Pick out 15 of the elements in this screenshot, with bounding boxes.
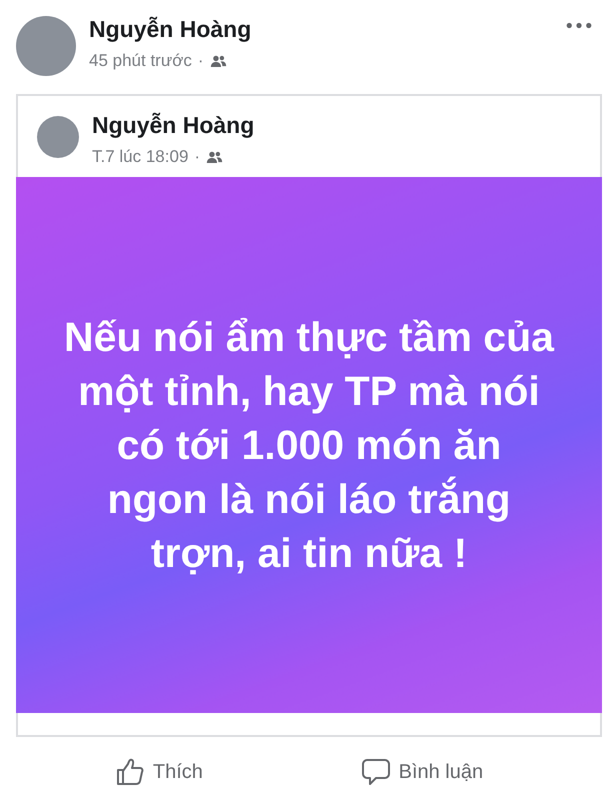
thumbs-up-icon: [114, 757, 145, 787]
like-button[interactable]: Thích: [104, 751, 213, 793]
post-time[interactable]: 45 phút trước: [89, 51, 192, 71]
post-time[interactable]: T.7 lúc 18:09: [92, 147, 188, 167]
people-icon: [210, 54, 227, 68]
separator-dot: ·: [194, 147, 200, 167]
more-options-icon[interactable]: [566, 22, 592, 29]
author-name[interactable]: Nguyễn Hoàng: [89, 16, 252, 43]
status-text: Nếu nói ẩm thực tầm của một tỉnh, hay TP mà nói có tới 1.000 món ăn ngon là nói láo trắng trợn, ai tin nữa !: [64, 313, 554, 578]
avatar-photo[interactable]: [37, 116, 79, 158]
people-icon: [206, 150, 224, 164]
separator-dot: ·: [198, 51, 204, 71]
speech-bubble-icon: [360, 757, 391, 787]
comment-button[interactable]: Bình luận: [350, 751, 494, 793]
author-name[interactable]: Nguyễn Hoàng: [92, 112, 254, 139]
